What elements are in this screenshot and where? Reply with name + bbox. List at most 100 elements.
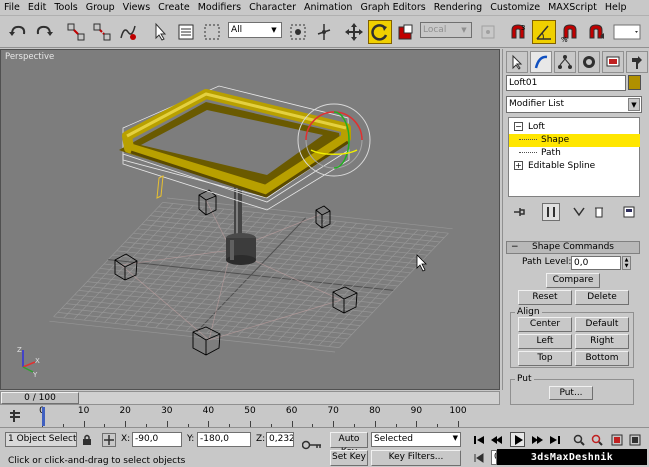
menu-item-rendering[interactable]: Rendering: [430, 2, 487, 13]
absolute-mode-icon[interactable]: [102, 433, 116, 447]
undo-icon[interactable]: [6, 20, 30, 44]
lock-icon[interactable]: [80, 433, 94, 447]
z-coordinate-field[interactable]: 0,232: [266, 432, 294, 447]
perspective-viewport[interactable]: Z X Y Perspective: [0, 49, 500, 390]
select-object-icon[interactable]: [148, 20, 172, 44]
align-bottom-button[interactable]: Bottom: [575, 351, 629, 366]
menu-item-graph-editors[interactable]: Graph Editors: [356, 2, 429, 13]
path-level-spinner[interactable]: ▲ ▼: [622, 256, 631, 270]
shape-gizmo: [156, 175, 164, 199]
modify-tab-icon[interactable]: [530, 51, 552, 73]
reference-coord-dropdown[interactable]: Local ▼: [420, 22, 472, 38]
menu-item-maxscript[interactable]: MAXScript: [544, 2, 601, 13]
zoom-extents-icon[interactable]: [610, 433, 624, 447]
svg-text:Y: Y: [32, 371, 38, 379]
show-end-result-icon[interactable]: [542, 203, 560, 221]
align-right-button[interactable]: Right: [575, 334, 629, 349]
bind-spacewarp-icon[interactable]: [116, 20, 140, 44]
motion-tab-icon[interactable]: [578, 51, 600, 73]
svg-text:Z: Z: [17, 346, 22, 354]
track-bar[interactable]: 0102030405060708090100: [0, 405, 500, 427]
pin-stack-icon[interactable]: [510, 203, 528, 221]
select-manipulate-icon[interactable]: [312, 20, 336, 44]
align-center-button[interactable]: Center: [518, 317, 572, 332]
snap-3d-icon[interactable]: 3: [506, 20, 530, 44]
goto-start-icon[interactable]: [472, 433, 486, 447]
play-icon[interactable]: [510, 432, 525, 447]
open-mini-curve-editor-icon[interactable]: [8, 409, 22, 423]
stack-item-shape[interactable]: Shape: [509, 134, 640, 147]
stack-item-loft[interactable]: − Loft: [509, 121, 640, 134]
utilities-tab-icon[interactable]: [626, 51, 648, 73]
reset-button[interactable]: Reset: [518, 290, 572, 305]
rollout-title[interactable]: − Shape Commands: [506, 241, 640, 254]
goto-end-icon[interactable]: [548, 433, 562, 447]
x-coordinate-field[interactable]: -90,0: [132, 432, 182, 447]
previous-frame-icon[interactable]: [490, 433, 504, 447]
display-tab-icon[interactable]: [602, 51, 624, 73]
object-color-swatch[interactable]: [628, 75, 641, 90]
make-unique-icon[interactable]: [570, 203, 588, 221]
angle-snap-icon[interactable]: [532, 20, 556, 44]
window-crossing-icon[interactable]: [286, 20, 310, 44]
create-tab-icon[interactable]: [506, 51, 528, 73]
key-filters-button[interactable]: Key Filters...: [371, 450, 461, 466]
zoom-icon[interactable]: [572, 433, 586, 447]
set-key-button[interactable]: Set Key: [330, 450, 368, 466]
named-selection-icon[interactable]: [612, 20, 642, 44]
percent-snap-icon[interactable]: %: [558, 20, 582, 44]
menu-item-modifiers[interactable]: Modifiers: [194, 2, 245, 13]
select-by-name-icon[interactable]: [174, 20, 198, 44]
configure-modifier-sets-icon[interactable]: [620, 203, 638, 221]
unlink-icon[interactable]: [90, 20, 114, 44]
modifier-list-dropdown[interactable]: Modifier List ▼: [506, 96, 642, 113]
align-left-button[interactable]: Left: [518, 334, 572, 349]
key-mode-dropdown[interactable]: Selected ▼: [371, 432, 461, 447]
put-button[interactable]: Put...: [549, 386, 593, 400]
menu-item-views[interactable]: Views: [119, 2, 155, 13]
viewport-label[interactable]: Perspective: [5, 52, 54, 62]
delete-button[interactable]: Delete: [575, 290, 629, 305]
zoom-all-icon[interactable]: [590, 433, 604, 447]
spinner-snap-icon[interactable]: [584, 20, 608, 44]
select-scale-icon[interactable]: [394, 20, 418, 44]
select-rotate-icon[interactable]: [368, 20, 392, 44]
selection-filter-dropdown[interactable]: All ▼: [228, 22, 282, 38]
object-name-field[interactable]: Loft01: [506, 75, 626, 91]
rect-selection-icon[interactable]: [200, 20, 224, 44]
menu-item-edit[interactable]: Edit: [24, 2, 50, 13]
key-mode-toggle-icon[interactable]: [472, 451, 486, 465]
svg-text:3: 3: [521, 24, 525, 32]
align-default-button[interactable]: Default: [575, 317, 629, 332]
time-slider[interactable]: 0 / 100: [0, 391, 500, 405]
stack-item-label: Loft: [528, 122, 545, 132]
modifier-stack[interactable]: − Loft Shape Path + Editable Spline: [508, 117, 640, 197]
select-link-icon[interactable]: [64, 20, 88, 44]
stack-item-editable-spline[interactable]: + Editable Spline: [509, 160, 640, 173]
key-icon[interactable]: [302, 438, 322, 452]
path-level-input[interactable]: 0,0: [571, 256, 621, 270]
compare-button[interactable]: Compare: [546, 273, 600, 288]
menu-item-character[interactable]: Character: [245, 2, 300, 13]
redo-icon[interactable]: [32, 20, 56, 44]
time-slider-thumb[interactable]: 0 / 100: [1, 392, 79, 404]
auto-key-button[interactable]: Auto Key: [330, 432, 368, 457]
expand-icon[interactable]: −: [514, 122, 523, 131]
hierarchy-tab-icon[interactable]: [554, 51, 576, 73]
menu-item-customize[interactable]: Customize: [486, 2, 544, 13]
y-coordinate-field[interactable]: -180,0: [197, 432, 251, 447]
select-move-icon[interactable]: [342, 20, 366, 44]
zoom-extents-all-icon[interactable]: [628, 433, 642, 447]
expand-icon[interactable]: +: [514, 161, 523, 170]
menu-item-help[interactable]: Help: [601, 2, 631, 13]
menu-item-file[interactable]: File: [0, 2, 24, 13]
remove-modifier-icon[interactable]: [590, 203, 608, 221]
stack-item-path[interactable]: Path: [509, 147, 640, 160]
use-pivot-icon[interactable]: [476, 20, 500, 44]
align-top-button[interactable]: Top: [518, 351, 572, 366]
menu-item-animation[interactable]: Animation: [300, 2, 356, 13]
menu-item-tools[interactable]: Tools: [50, 2, 81, 13]
next-frame-icon[interactable]: [530, 433, 544, 447]
menu-item-group[interactable]: Group: [82, 2, 119, 13]
menu-item-create[interactable]: Create: [154, 2, 194, 13]
